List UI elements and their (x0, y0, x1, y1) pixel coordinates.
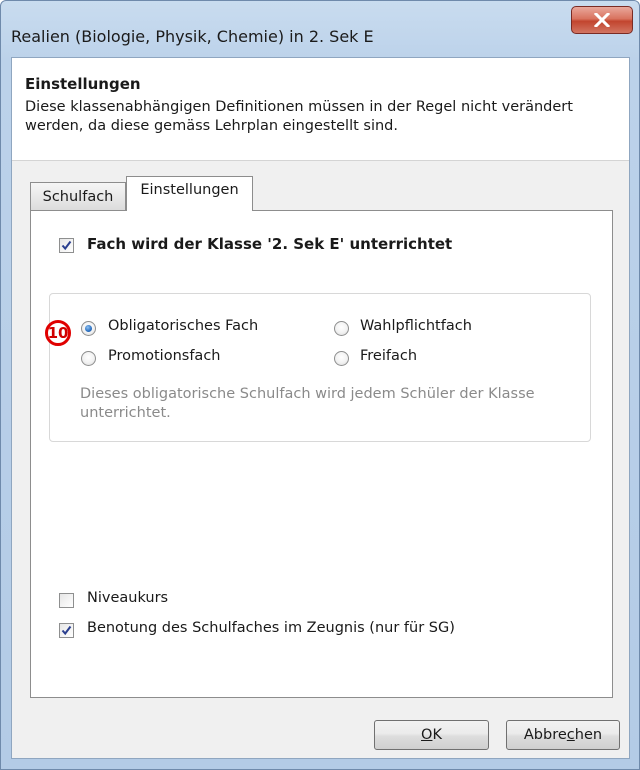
ok-button[interactable]: OK (374, 720, 489, 750)
subject-type-hint: Dieses obligatorische Schulfach wird jed… (80, 386, 535, 421)
radio-wahlpflichtfach[interactable] (334, 321, 349, 336)
ok-button-label: OK (421, 727, 442, 743)
radio-freifach[interactable] (334, 351, 349, 366)
taught-checkbox-label: Fach wird der Klasse '2. Sek E' unterric… (87, 235, 453, 253)
window-title: Realien (Biologie, Physik, Chemie) in 2.… (11, 27, 374, 46)
title-bar[interactable]: Realien (Biologie, Physik, Chemie) in 2.… (1, 1, 639, 55)
radio-label-promotionsfach: Promotionsfach (108, 348, 221, 364)
radio-label-freifach: Freifach (360, 348, 418, 364)
benotung-checkbox[interactable] (59, 623, 74, 638)
tab-einstellungen-label: Einstellungen (140, 182, 239, 198)
close-icon (594, 13, 610, 27)
radio-obligatorisches-fach[interactable] (81, 321, 96, 336)
taught-checkbox[interactable] (59, 238, 74, 253)
tab-schulfach-label: Schulfach (42, 188, 114, 205)
checkmark-icon (61, 240, 72, 251)
cancel-button[interactable]: Abbrechen (506, 720, 620, 750)
checkmark-icon (61, 625, 72, 636)
niveaukurs-checkbox[interactable] (59, 593, 74, 608)
dialog-client: Einstellungen Diese klassenabhängigen De… (11, 57, 630, 759)
benotung-label: Benotung des Schulfaches im Zeugnis (nur… (87, 620, 455, 636)
header-title: Einstellungen (25, 75, 141, 93)
dialog-window: Realien (Biologie, Physik, Chemie) in 2.… (0, 0, 640, 770)
header-description: Diese klassenabhängigen Definitionen müs… (25, 99, 573, 134)
radio-label-wahlpflichtfach: Wahlpflichtfach (360, 318, 472, 334)
radio-promotionsfach[interactable] (81, 351, 96, 366)
tab-schulfach[interactable]: Schulfach (30, 182, 126, 210)
cancel-button-label: Abbrechen (523, 727, 603, 743)
niveaukurs-label: Niveaukurs (87, 590, 169, 606)
annotation-badge: 10 (45, 320, 71, 346)
header-panel: Einstellungen Diese klassenabhängigen De… (12, 58, 629, 161)
close-button[interactable] (571, 6, 633, 34)
tab-einstellungen[interactable]: Einstellungen (126, 176, 253, 211)
radio-label-obligatorisches-fach: Obligatorisches Fach (108, 318, 259, 334)
